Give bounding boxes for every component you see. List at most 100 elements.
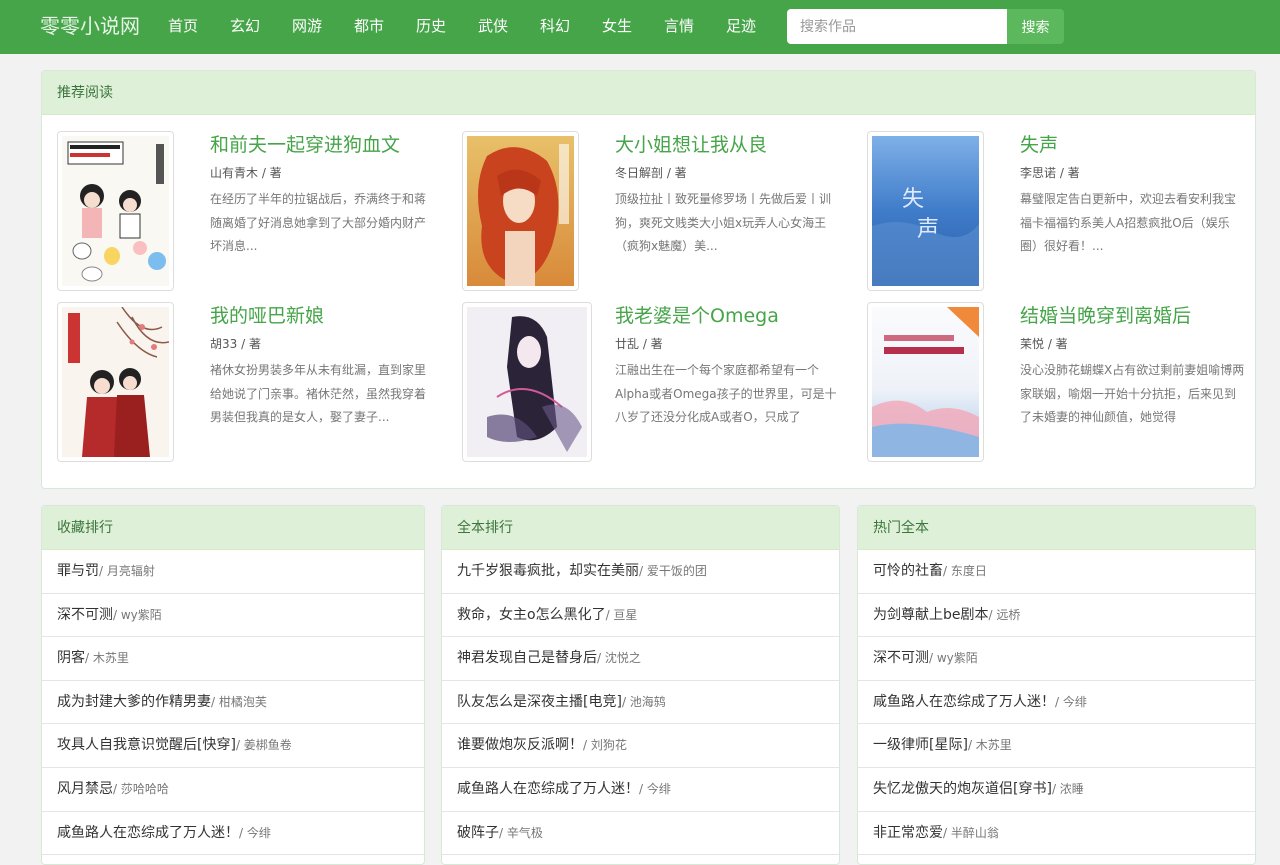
list-item[interactable]: 咸鱼路人在恋综成了万人迷！/ 今绯: [42, 812, 424, 856]
list-item-author: / 姜梆鱼卷: [235, 738, 292, 753]
list-item-title[interactable]: 攻具人自我意识觉醒后[快穿]: [57, 737, 236, 753]
list-item[interactable]: 可怜的社畜/ 东度日: [858, 550, 1255, 594]
list-item-title[interactable]: 成为封建大爹的作精男妻: [57, 694, 211, 710]
search-form: 搜索: [787, 9, 1064, 44]
list-item-title[interactable]: 可怜的社畜: [873, 563, 943, 579]
list-item-title[interactable]: 深不可测: [873, 650, 929, 666]
list-item-title[interactable]: 神君发现自己是替身后: [457, 650, 597, 666]
list-item[interactable]: 攻具人自我意识觉醒后[快穿]/ 姜梆鱼卷: [42, 724, 424, 768]
book-card: 和前夫一起穿进狗血文 山有青木 / 著 在经历了半年的拉锯战后，乔满终于和蒋随离…: [57, 131, 452, 291]
list-item-title[interactable]: 风月禁忌: [57, 781, 113, 797]
menu-item-romance[interactable]: 言情: [648, 15, 710, 37]
list-item-title[interactable]: 深不可测: [57, 607, 113, 623]
book-title-link[interactable]: 大小姐想让我从良: [615, 131, 767, 159]
book-cover[interactable]: 失 声: [867, 131, 984, 291]
svg-text:声: 声: [917, 217, 939, 242]
list-item[interactable]: 咸鱼路人在恋综成了万人迷！/ 今绯: [442, 768, 839, 812]
list-item[interactable]: 风月禁忌/ 莎哈哈哈: [42, 768, 424, 812]
book-author: 苿悦 / 著: [1020, 337, 1068, 351]
list-item[interactable]: 深不可测/ wy紫陌: [858, 637, 1255, 681]
book-author: 山有青木 / 著: [210, 166, 282, 180]
menu-item-online-game[interactable]: 网游: [276, 15, 338, 37]
list-item[interactable]: 阴客/ 木苏里: [42, 637, 424, 681]
book-cover[interactable]: [462, 302, 592, 462]
book-description: 没心没肺花蝴蝶X占有欲过剩前妻姐喻博两家联姻，喻烟一开始十分抗拒，后来见到了未婚…: [1020, 363, 1245, 424]
list-item-title[interactable]: 谁要做炮灰反派啊！: [457, 737, 583, 753]
list-item-title[interactable]: 救命，女主o怎么黑化了: [457, 607, 606, 623]
list-item-author: / 池海鸫: [621, 694, 666, 709]
list-item[interactable]: 神君发现自己是替身后/ 沈悦之: [442, 637, 839, 681]
list-item-title[interactable]: 阴客: [57, 650, 85, 666]
list-item-title[interactable]: 咸鱼路人在恋综成了万人迷！: [57, 825, 239, 841]
book-card: 结婚当晚穿到离婚后 苿悦 / 著 没心没肺花蝴蝶X占有欲过剩前妻姐喻博两家联姻，…: [867, 302, 1255, 462]
book-title-link[interactable]: 我的哑巴新娘: [210, 302, 324, 330]
list-item-author: / 莎哈哈哈: [113, 781, 169, 796]
list-item[interactable]: 救命，女主o怎么黑化了/ 亘星: [442, 594, 839, 638]
svg-text:失: 失: [902, 187, 924, 212]
menu-item-scifi[interactable]: 科幻: [524, 15, 586, 37]
list-item[interactable]: 一级律师[星际]/ 木苏里: [858, 724, 1255, 768]
list-item-author: / 亘星: [605, 607, 638, 622]
menu-item-wuxia[interactable]: 武侠: [462, 15, 524, 37]
list-item-title[interactable]: 罪与罚: [57, 563, 99, 579]
book-title-link[interactable]: 结婚当晚穿到离婚后: [1020, 302, 1191, 330]
list-item[interactable]: 非正常恋爱/ 半醉山翁: [858, 812, 1255, 856]
list-item-title[interactable]: 九千岁狠毒疯批，却实在美丽: [457, 563, 639, 579]
list-item-title[interactable]: 失忆龙傲天的炮灰道侣[穿书]: [873, 781, 1052, 797]
list-item-author: / 沈悦之: [597, 651, 641, 666]
menu-item-urban[interactable]: 都市: [338, 15, 400, 37]
book-cover-image: [467, 307, 587, 457]
list-item-title[interactable]: 为剑尊献上be剧本: [873, 607, 989, 623]
menu-item-fantasy[interactable]: 玄幻: [214, 15, 276, 37]
list-item-author: / 木苏里: [85, 651, 129, 666]
list-item[interactable]: 成为封建大爹的作精男妻/ 柑橘泡芙: [42, 681, 424, 725]
list-item[interactable]: 队友怎么是深夜主播[电竞]/ 池海鸫: [442, 681, 839, 725]
hot-complete-title: 热门全本: [858, 506, 1255, 550]
book-card: 失 声 失声 李思诺 / 著 幕璧限定告白更新中，欢迎去看安利我宝福卡福福钓系美…: [867, 131, 1255, 291]
list-item-title[interactable]: 队友怎么是深夜主播[电竞]: [457, 694, 622, 710]
book-cover[interactable]: [57, 131, 174, 291]
menu-item-home[interactable]: 首页: [152, 15, 214, 37]
list-item-author: / 东度日: [943, 564, 987, 578]
menu-item-history[interactable]: 历史: [400, 15, 462, 37]
list-item-title[interactable]: 非正常恋爱: [873, 825, 943, 841]
book-cover[interactable]: [867, 302, 984, 462]
list-item[interactable]: 破阵子/ 辛气极: [442, 812, 839, 856]
book-description: 幕璧限定告白更新中，欢迎去看安利我宝福卡福福钓系美人A招惹疯批O后（娱乐圈）很好…: [1020, 192, 1237, 253]
book-cover-image: 失 声: [872, 136, 979, 286]
list-item-author: / 辛气极: [499, 825, 543, 840]
menu-item-female[interactable]: 女生: [586, 15, 648, 37]
list-item-author: / wy紫陌: [929, 651, 978, 666]
list-item-author: / wy紫陌: [113, 607, 162, 622]
list-item-author: / 木苏里: [967, 738, 1012, 753]
list-item[interactable]: 失忆龙傲天的炮灰道侣[穿书]/ 浓睡: [858, 768, 1255, 812]
list-item-title[interactable]: 咸鱼路人在恋综成了万人迷！: [873, 694, 1055, 710]
site-logo[interactable]: 零零小说网: [40, 12, 140, 40]
book-cover[interactable]: [462, 131, 579, 291]
list-item-author: / 远桥: [988, 607, 1021, 622]
book-card: 我的哑巴新娘 胡33 / 著 褚休女扮男装多年从未有纰漏，直到家里给她说了门亲事…: [57, 302, 452, 462]
book-title-link[interactable]: 和前夫一起穿进狗血文: [210, 131, 400, 159]
list-item-author: / 浓睡: [1051, 781, 1084, 796]
list-item-author: / 今绯: [239, 825, 271, 840]
book-title-link[interactable]: 失声: [1020, 131, 1058, 159]
search-button[interactable]: 搜索: [1007, 9, 1064, 44]
menu-item-history-footprint[interactable]: 足迹: [710, 15, 772, 37]
recommend-panel-title: 推荐阅读: [42, 71, 1255, 115]
book-cover[interactable]: [57, 302, 174, 462]
list-item[interactable]: 为剑尊献上be剧本/ 远桥: [858, 594, 1255, 638]
list-item[interactable]: 罪与罚/ 月亮辐射: [42, 550, 424, 594]
list-item[interactable]: 深不可测/ wy紫陌: [42, 594, 424, 638]
list-item[interactable]: 九千岁狠毒疯批，却实在美丽/ 爱干饭的团: [442, 550, 839, 594]
list-item-title[interactable]: 一级律师[星际]: [873, 737, 968, 753]
search-input[interactable]: [787, 9, 1007, 44]
list-item-title[interactable]: 破阵子: [457, 825, 499, 841]
list-item[interactable]: 谁要做炮灰反派啊！/ 刘狗花: [442, 724, 839, 768]
complete-ranking-panel: 全本排行 九千岁狠毒疯批，却实在美丽/ 爱干饭的团 救命，女主o怎么黑化了/ 亘…: [441, 505, 840, 865]
list-item[interactable]: 咸鱼路人在恋综成了万人迷！/ 今绯: [858, 681, 1255, 725]
recommend-panel: 推荐阅读 和前夫一起穿进狗血文 山有青木 / 著 在经历了半年的拉锯战后，乔满终…: [41, 70, 1256, 489]
book-title-link[interactable]: 我老婆是个Omega: [615, 302, 779, 330]
list-item-title[interactable]: 咸鱼路人在恋综成了万人迷！: [457, 781, 639, 797]
book-cover-image: [62, 307, 169, 457]
list-item-author: / 半醉山翁: [943, 825, 999, 840]
